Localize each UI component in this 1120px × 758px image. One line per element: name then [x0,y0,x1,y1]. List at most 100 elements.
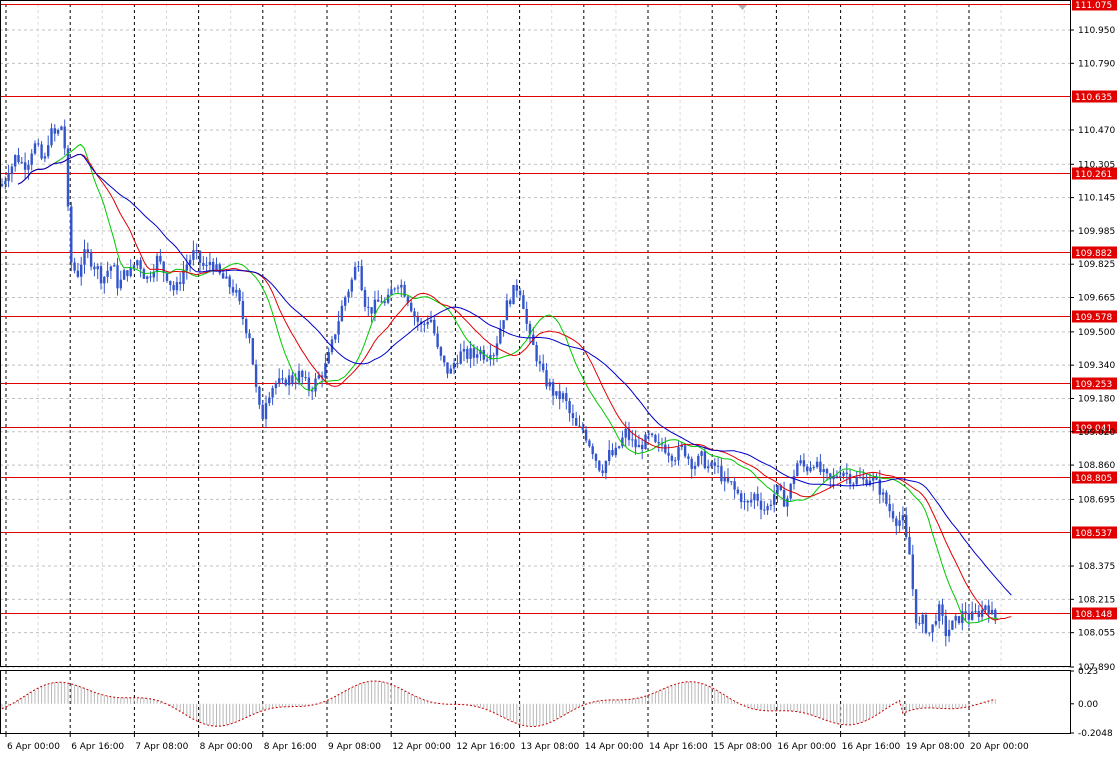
candle-body [921,614,924,624]
candle-body [129,267,132,277]
candle-body [93,266,96,270]
candle-body [977,611,980,617]
osc-tick-label: 0.00 [1078,700,1098,710]
candle-body [654,435,657,442]
candle-body [875,477,878,480]
candle-body [70,206,73,263]
candle-body [700,451,703,456]
candle-body [175,282,179,291]
candle-body [888,503,891,512]
candle-body [588,440,591,447]
candle-body [426,321,429,325]
time-tick-label: 12 Apr 00:00 [392,742,451,752]
candle-body [136,260,139,266]
candle-body [363,290,367,307]
candle-body [238,289,241,302]
candle-body [452,362,456,369]
candle-body [565,393,568,402]
candle-body [525,308,528,324]
candle-body [974,611,977,613]
candle-body [542,363,545,371]
candle-body [60,126,63,130]
candle-body [228,276,231,288]
candle-body [47,145,50,157]
candle-body [895,518,898,526]
candle-body [495,343,499,356]
candle-body [994,609,997,618]
candle-body [116,265,119,289]
candle-body [466,348,469,359]
candle-body [27,164,30,170]
time-tick-label: 16 Apr 16:00 [842,742,901,752]
candle-body [462,348,466,352]
candle-body [146,276,149,279]
candle-body [327,352,330,364]
candle-body [50,128,53,146]
candle-body [584,429,588,441]
candle-body [505,300,509,321]
candle-body [650,433,654,436]
candle-body [611,450,614,456]
candle-body [766,506,769,511]
osc-tick-label: 0.23 [1078,667,1098,677]
candle-body [558,391,561,400]
candle-body [905,515,908,538]
candle-body [581,426,584,430]
candle-body [872,477,875,481]
price-tick-label: 110.305 [1078,160,1115,170]
candle-body [86,249,89,253]
candle-body [604,460,608,474]
candle-body [241,301,245,320]
candle-body [416,317,419,322]
candle-body [647,433,650,435]
candle-body [185,264,188,271]
price-tick-label: 108.860 [1078,461,1115,471]
candle-body [360,266,363,291]
candle-body [251,338,254,365]
candle-body [73,262,76,271]
candle-body [598,460,601,471]
time-tick-label: 8 Apr 00:00 [200,742,253,752]
candle-body [881,492,885,495]
candle-body [561,393,565,400]
candle-body [390,289,393,295]
level-label: 108.537 [1075,529,1112,539]
candle-body [334,334,337,340]
candle-body [914,589,918,624]
candle-body [518,290,522,296]
candle-body [30,153,33,165]
level-label: 109.578 [1075,313,1112,323]
candle-body [538,361,542,364]
candle-body [370,307,373,314]
candle-body [670,455,674,461]
candle-body [548,382,551,387]
candle-body [23,162,27,170]
candle-body [578,425,581,427]
candle-body [815,461,819,468]
candle-body [53,128,56,134]
candle-body [782,489,786,507]
candle-body [103,276,106,284]
candle-body [812,467,815,469]
candle-body [284,379,287,386]
candle-body [522,295,525,309]
price-tick-label: 108.215 [1078,595,1115,605]
candle-body [908,537,911,555]
candle-body [918,623,921,625]
level-label: 109.882 [1075,249,1112,259]
candle-body [278,378,281,384]
candle-body [66,148,70,207]
candle-body [802,460,806,467]
candle-body [195,250,198,252]
candle-body [954,616,957,621]
candle-body [215,264,218,271]
candle-body [502,320,505,329]
candle-body [472,348,476,358]
candle-body [535,344,538,362]
price-chart[interactable]: 111.075 110.635 110.261 109.882 109.578 109.2… [0,0,1120,758]
candle-body [172,284,175,291]
candle-body [245,319,248,334]
price-tick-label: 109.665 [1078,294,1115,304]
candle-body [690,458,693,469]
candle-body [254,364,258,387]
